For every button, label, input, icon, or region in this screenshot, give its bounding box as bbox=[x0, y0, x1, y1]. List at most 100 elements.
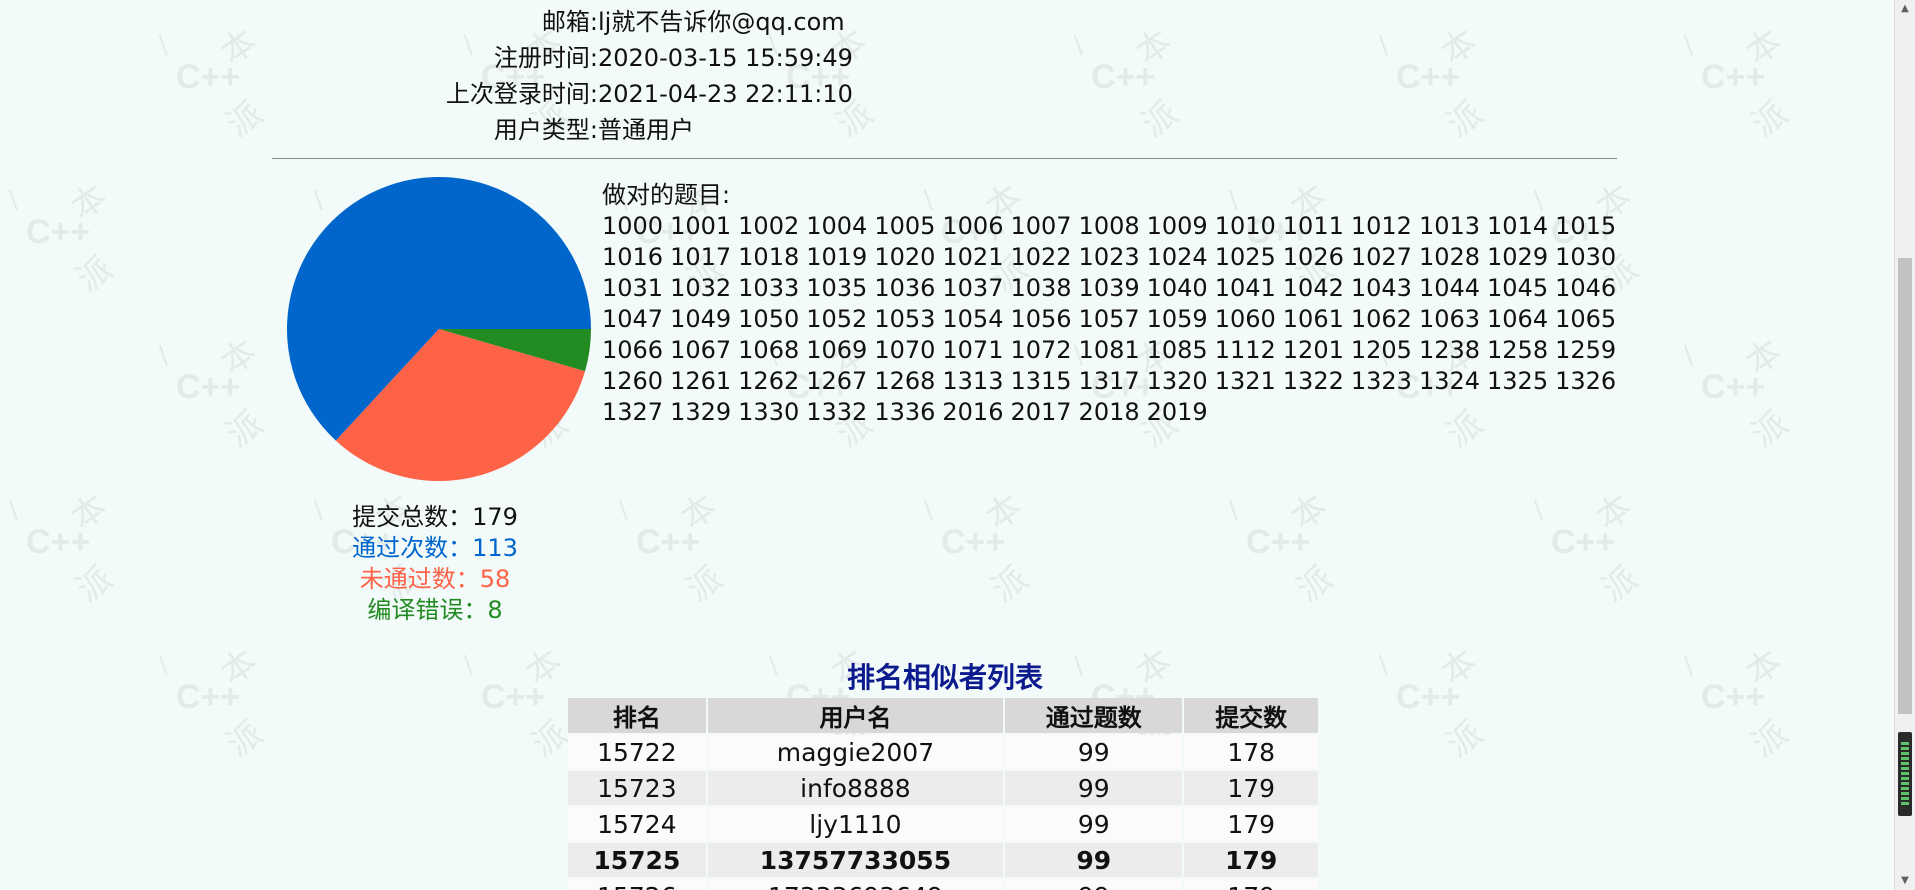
solved-problem-id[interactable]: 1046 bbox=[1555, 273, 1616, 304]
solved-problem-id[interactable]: 1030 bbox=[1555, 242, 1616, 273]
solved-problem-id[interactable]: 1053 bbox=[874, 304, 935, 335]
solved-problem-id[interactable]: 1027 bbox=[1351, 242, 1412, 273]
solved-problem-id[interactable]: 1044 bbox=[1419, 273, 1480, 304]
vertical-scrollbar[interactable]: ▲ ▼ bbox=[1894, 0, 1915, 890]
solved-problem-id[interactable]: 1009 bbox=[1147, 211, 1208, 242]
solved-problem-id[interactable]: 2018 bbox=[1079, 397, 1140, 428]
solved-problem-id[interactable]: 1071 bbox=[942, 335, 1003, 366]
cell-username[interactable]: info8888 bbox=[707, 771, 1004, 805]
solved-problem-id[interactable]: 1063 bbox=[1419, 304, 1480, 335]
scroll-up-arrow-icon[interactable]: ▲ bbox=[1895, 0, 1915, 18]
solved-problem-id[interactable]: 1067 bbox=[670, 335, 731, 366]
solved-problem-id[interactable]: 1037 bbox=[942, 273, 1003, 304]
scrollbar-thumb[interactable] bbox=[1898, 258, 1912, 714]
cell-username[interactable]: ljy1110 bbox=[707, 807, 1004, 841]
solved-problem-id[interactable]: 1261 bbox=[670, 366, 731, 397]
solved-problem-id[interactable]: 1042 bbox=[1283, 273, 1344, 304]
solved-problem-id[interactable]: 1332 bbox=[806, 397, 867, 428]
cell-username[interactable]: maggie2007 bbox=[707, 735, 1004, 769]
solved-problem-id[interactable]: 1013 bbox=[1419, 211, 1480, 242]
solved-problem-id[interactable]: 1327 bbox=[602, 397, 663, 428]
solved-problem-id[interactable]: 1065 bbox=[1555, 304, 1616, 335]
solved-problem-id[interactable]: 1315 bbox=[1010, 366, 1071, 397]
solved-problem-id[interactable]: 1259 bbox=[1555, 335, 1616, 366]
solved-problem-id[interactable]: 1012 bbox=[1351, 211, 1412, 242]
solved-problem-id[interactable]: 1047 bbox=[602, 304, 663, 335]
solved-problem-id[interactable]: 1322 bbox=[1283, 366, 1344, 397]
solved-problem-id[interactable]: 1043 bbox=[1351, 273, 1412, 304]
solved-problem-id[interactable]: 1336 bbox=[874, 397, 935, 428]
solved-problem-id[interactable]: 1066 bbox=[602, 335, 663, 366]
solved-problem-id[interactable]: 1041 bbox=[1215, 273, 1276, 304]
solved-problem-id[interactable]: 1045 bbox=[1487, 273, 1548, 304]
solved-problem-id[interactable]: 1038 bbox=[1010, 273, 1071, 304]
solved-problem-id[interactable]: 1020 bbox=[874, 242, 935, 273]
solved-problem-id[interactable]: 1329 bbox=[670, 397, 731, 428]
solved-problem-id[interactable]: 1026 bbox=[1283, 242, 1344, 273]
solved-problem-id[interactable]: 1081 bbox=[1079, 335, 1140, 366]
solved-problem-id[interactable]: 1022 bbox=[1010, 242, 1071, 273]
solved-problem-id[interactable]: 1201 bbox=[1283, 335, 1344, 366]
solved-problem-id[interactable]: 1068 bbox=[738, 335, 799, 366]
solved-problem-id[interactable]: 1002 bbox=[738, 211, 799, 242]
solved-problem-id[interactable]: 1040 bbox=[1147, 273, 1208, 304]
solved-problem-id[interactable]: 1032 bbox=[670, 273, 731, 304]
solved-problem-id[interactable]: 1017 bbox=[670, 242, 731, 273]
solved-problem-id[interactable]: 1011 bbox=[1283, 211, 1344, 242]
solved-problem-id[interactable]: 1262 bbox=[738, 366, 799, 397]
solved-problem-id[interactable]: 1085 bbox=[1147, 335, 1208, 366]
solved-problem-id[interactable]: 1005 bbox=[874, 211, 935, 242]
solved-problem-id[interactable]: 1010 bbox=[1215, 211, 1276, 242]
solved-problem-id[interactable]: 1258 bbox=[1487, 335, 1548, 366]
solved-problem-id[interactable]: 1321 bbox=[1215, 366, 1276, 397]
solved-problem-id[interactable]: 1260 bbox=[602, 366, 663, 397]
solved-problem-id[interactable]: 1021 bbox=[942, 242, 1003, 273]
solved-problem-id[interactable]: 1061 bbox=[1283, 304, 1344, 335]
solved-problem-id[interactable]: 1317 bbox=[1079, 366, 1140, 397]
solved-problem-id[interactable]: 1057 bbox=[1079, 304, 1140, 335]
solved-problem-id[interactable]: 1205 bbox=[1351, 335, 1412, 366]
solved-problem-id[interactable]: 1052 bbox=[806, 304, 867, 335]
solved-problem-id[interactable]: 2019 bbox=[1147, 397, 1208, 428]
solved-problem-id[interactable]: 1070 bbox=[874, 335, 935, 366]
solved-problem-id[interactable]: 1016 bbox=[602, 242, 663, 273]
solved-problem-id[interactable]: 1031 bbox=[602, 273, 663, 304]
solved-problem-id[interactable]: 1028 bbox=[1419, 242, 1480, 273]
solved-problem-id[interactable]: 1029 bbox=[1487, 242, 1548, 273]
solved-problem-id[interactable]: 1023 bbox=[1079, 242, 1140, 273]
solved-problem-id[interactable]: 1007 bbox=[1010, 211, 1071, 242]
solved-problem-id[interactable]: 1006 bbox=[942, 211, 1003, 242]
solved-problem-id[interactable]: 1268 bbox=[874, 366, 935, 397]
solved-problem-id[interactable]: 1330 bbox=[738, 397, 799, 428]
solved-problem-id[interactable]: 1008 bbox=[1079, 211, 1140, 242]
solved-problem-id[interactable]: 1059 bbox=[1147, 304, 1208, 335]
solved-problem-id[interactable]: 1036 bbox=[874, 273, 935, 304]
solved-problem-id[interactable]: 1014 bbox=[1487, 211, 1548, 242]
solved-problem-id[interactable]: 1049 bbox=[670, 304, 731, 335]
solved-problem-id[interactable]: 1025 bbox=[1215, 242, 1276, 273]
solved-problem-id[interactable]: 1018 bbox=[738, 242, 799, 273]
solved-problem-id[interactable]: 1054 bbox=[942, 304, 1003, 335]
solved-problem-id[interactable]: 1039 bbox=[1079, 273, 1140, 304]
solved-problem-id[interactable]: 1056 bbox=[1010, 304, 1071, 335]
scrollbar-minimap-handle[interactable] bbox=[1898, 732, 1912, 816]
cell-username[interactable]: 17333693649 bbox=[707, 879, 1004, 890]
cell-username[interactable]: 13757733055 bbox=[707, 843, 1004, 877]
solved-problem-id[interactable]: 1004 bbox=[806, 211, 867, 242]
solved-problem-id[interactable]: 1069 bbox=[806, 335, 867, 366]
solved-problem-id[interactable]: 1064 bbox=[1487, 304, 1548, 335]
solved-problem-id[interactable]: 1320 bbox=[1147, 366, 1208, 397]
solved-problem-id[interactable]: 1324 bbox=[1419, 366, 1480, 397]
solved-problem-id[interactable]: 1112 bbox=[1215, 335, 1276, 366]
solved-problem-id[interactable]: 1326 bbox=[1555, 366, 1616, 397]
solved-problem-id[interactable]: 1015 bbox=[1555, 211, 1616, 242]
solved-problem-id[interactable]: 1001 bbox=[670, 211, 731, 242]
scroll-down-arrow-icon[interactable]: ▼ bbox=[1895, 872, 1915, 890]
solved-problem-id[interactable]: 1313 bbox=[942, 366, 1003, 397]
solved-problem-id[interactable]: 2016 bbox=[942, 397, 1003, 428]
solved-problem-id[interactable]: 1024 bbox=[1147, 242, 1208, 273]
solved-problem-id[interactable]: 1060 bbox=[1215, 304, 1276, 335]
solved-problem-id[interactable]: 1062 bbox=[1351, 304, 1412, 335]
solved-problem-id[interactable]: 1072 bbox=[1010, 335, 1071, 366]
solved-problem-id[interactable]: 1050 bbox=[738, 304, 799, 335]
